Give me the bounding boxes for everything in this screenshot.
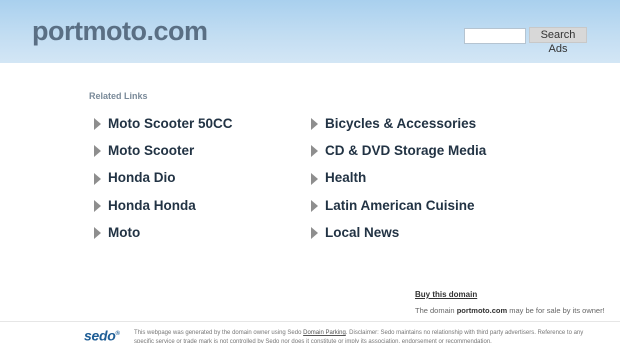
arrow-right-icon [311,227,318,240]
disclaimer-text: This webpage was generated by the domain… [134,330,302,336]
arrow-right-icon [311,145,318,158]
sedo-logo-text: sedo [84,327,116,343]
arrow-right-icon [311,200,318,213]
header-band: portmoto.com Search Ads [0,0,620,63]
sale-domain: portmoto.com [456,306,508,315]
footer-divider [0,321,620,322]
related-link[interactable]: Bicycles & Accessories [311,110,486,137]
related-links-right-column: Bicycles & Accessories CD & DVD Storage … [311,110,486,246]
related-link[interactable]: Honda Dio [94,165,233,192]
related-link-label: Moto [108,224,141,240]
sale-prefix: The domain [415,306,455,315]
page: portmoto.com Search Ads Related Links Mo… [0,0,620,343]
buy-domain-link[interactable]: Buy this domain [415,290,477,300]
related-links-left-column: Moto Scooter 50CC Moto Scooter Honda Dio… [94,110,233,246]
sale-notice: The domain portmoto.com may be for sale … [415,306,605,316]
related-link[interactable]: Health [311,165,486,192]
related-link-label: Latin American Cuisine [325,197,475,213]
search-ads-button[interactable]: Search Ads [529,27,587,55]
arrow-right-icon [94,227,101,240]
related-link-label: Bicycles & Accessories [325,115,477,131]
domain-parking-link[interactable]: Domain Parking [303,330,346,336]
footer-disclaimer: This webpage was generated by the domain… [134,329,604,343]
arrow-right-icon [311,172,318,185]
sedo-logo[interactable]: sedo® [84,326,120,343]
registered-mark: ® [115,331,120,337]
related-link-label: Honda Dio [108,170,176,186]
arrow-right-icon [94,118,101,131]
related-link[interactable]: Moto Scooter [94,137,233,164]
arrow-right-icon [311,118,318,131]
related-links-heading: Related Links [89,91,148,101]
related-link[interactable]: Latin American Cuisine [311,192,486,219]
related-link-label: Local News [325,224,400,240]
arrow-right-icon [94,172,101,185]
related-link-label: CD & DVD Storage Media [325,142,487,158]
sale-suffix: may be for sale by its owner! [509,306,605,315]
related-link-label: Moto Scooter 50CC [108,115,233,131]
related-link[interactable]: Honda Honda [94,192,233,219]
search-input[interactable] [464,28,526,44]
related-link-label: Moto Scooter [108,142,195,158]
site-title[interactable]: portmoto.com [32,14,208,48]
related-link[interactable]: Moto Scooter 50CC [94,110,233,137]
related-link[interactable]: Local News [311,219,486,246]
related-link[interactable]: Moto [94,219,233,246]
related-link-label: Health [325,170,367,186]
related-link[interactable]: CD & DVD Storage Media [311,137,486,164]
arrow-right-icon [94,145,101,158]
arrow-right-icon [94,200,101,213]
related-link-label: Honda Honda [108,197,196,213]
